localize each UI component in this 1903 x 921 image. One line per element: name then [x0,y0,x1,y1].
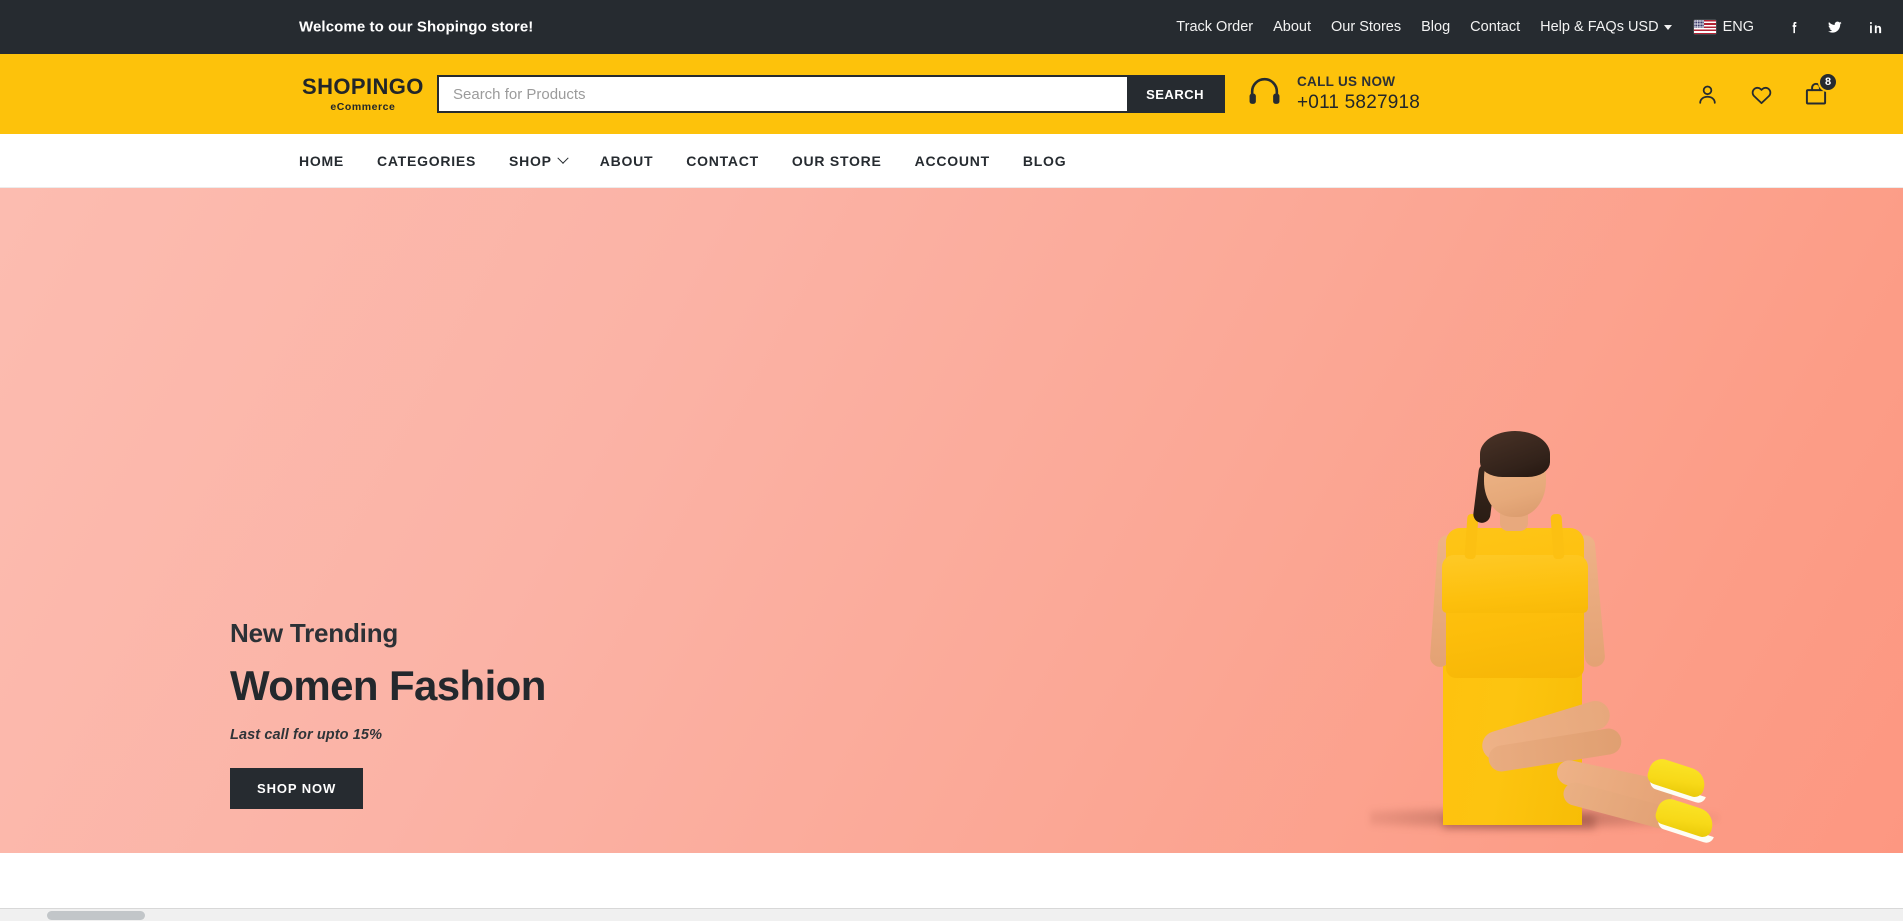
top-announcement-bar: Welcome to our Shopingo store! Track Ord… [0,0,1903,54]
language-selector[interactable]: ENG [1693,19,1754,35]
header-action-icons: 8 [1695,72,1838,107]
call-us-block[interactable]: CALL US NOW +011 5827918 [1246,73,1420,115]
linkedin-icon[interactable] [1868,20,1883,35]
topbar-links: Track Order About Our Stores Blog Contac… [1176,19,1624,35]
search-input[interactable] [439,77,1128,111]
wishlist-heart-icon[interactable] [1749,82,1774,107]
hero-subtitle: Last call for upto 15% [230,727,383,744]
search-bar: SEARCH [437,75,1225,113]
social-links [1787,19,1883,35]
chevron-down-icon [557,152,569,164]
topbar-link-our-stores[interactable]: Our Stores [1331,19,1401,35]
horizontal-scrollbar[interactable] [0,908,1903,921]
scrollbar-thumb[interactable] [47,911,145,920]
site-header: SHOPINGO eCommerce SEARCH CALL US NOW +0… [0,54,1903,134]
nav-item-shop[interactable]: SHOP [509,152,569,169]
currency-selector[interactable]: USD [1628,19,1672,35]
twitter-icon[interactable] [1827,19,1843,35]
main-nav-list: HOME CATEGORIES SHOP ABOUT CONTACT OUR S… [299,152,1066,169]
topbar-link-track-order[interactable]: Track Order [1176,19,1253,35]
hero-eyebrow: New Trending [230,618,399,648]
call-us-label: CALL US NOW [1297,73,1396,89]
main-navigation: HOME CATEGORIES SHOP ABOUT CONTACT OUR S… [0,134,1903,188]
shop-now-button[interactable]: SHOP NOW [230,768,364,810]
hero-copy: New Trending Women Fashion Last call for… [230,618,546,810]
us-flag-icon [1693,20,1716,34]
nav-item-shop-label: SHOP [509,152,552,169]
nav-item-our-store[interactable]: OUR STORE [792,153,882,169]
nav-item-contact[interactable]: CONTACT [686,153,759,169]
nav-item-account[interactable]: ACCOUNT [915,153,990,169]
cart-icon[interactable]: 8 [1803,72,1838,107]
topbar-link-about[interactable]: About [1273,19,1311,35]
hero-model-image [1330,203,1770,853]
nav-item-blog[interactable]: BLOG [1023,153,1066,169]
topbar-link-help-faqs[interactable]: Help & FAQs [1540,19,1624,35]
search-button[interactable]: SEARCH [1127,77,1223,111]
hero-banner: New Trending Women Fashion Last call for… [0,188,1903,853]
site-logo[interactable]: SHOPINGO eCommerce [302,73,424,113]
language-label: ENG [1722,19,1754,35]
nav-item-about[interactable]: ABOUT [600,153,654,169]
hero-title: Women Fashion [230,662,546,710]
nav-item-categories[interactable]: CATEGORIES [377,153,476,169]
headset-icon [1246,73,1283,115]
topbar-right-group: Track Order About Our Stores Blog Contac… [1176,0,1903,54]
facebook-icon[interactable] [1787,20,1802,35]
topbar-link-contact[interactable]: Contact [1470,19,1520,35]
welcome-message: Welcome to our Shopingo store! [299,18,534,36]
currency-label: USD [1627,19,1659,35]
logo-tagline: eCommerce [330,100,396,113]
cart-count-badge: 8 [1818,72,1838,92]
logo-wordmark: SHOPINGO [302,73,424,99]
account-icon[interactable] [1695,82,1720,107]
topbar-link-blog[interactable]: Blog [1421,19,1450,35]
call-us-number: +011 5827918 [1297,92,1421,114]
chevron-down-icon [1663,24,1672,30]
nav-item-home[interactable]: HOME [299,153,344,169]
